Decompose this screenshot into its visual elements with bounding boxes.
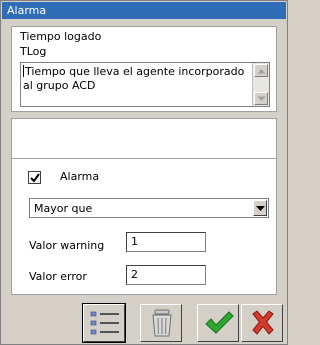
info-name: TLog	[20, 45, 47, 58]
list-button[interactable]	[82, 303, 126, 343]
accept-button[interactable]	[197, 304, 239, 342]
info-panel: Tiempo logado TLog Tiempo que lleva el a…	[11, 26, 277, 112]
delete-button[interactable]	[140, 304, 182, 342]
window-title: Alarma	[2, 2, 286, 19]
chevron-down-icon	[257, 96, 266, 101]
description-scrollbar[interactable]	[252, 63, 269, 106]
scroll-up-button[interactable]	[254, 64, 268, 77]
close-icon	[252, 310, 274, 335]
condition-value: Mayor que	[34, 202, 93, 215]
condition-select[interactable]: Mayor que	[29, 198, 269, 218]
check-icon	[205, 311, 234, 334]
trash-icon	[152, 309, 172, 337]
description-textarea[interactable]: Tiempo que lleva el agente incorporado a…	[20, 62, 270, 107]
info-title: Tiempo logado	[20, 30, 102, 43]
alarm-panel: Alarma Mayor que Valor warning 1 Valor e…	[11, 158, 277, 295]
chevron-up-icon	[257, 69, 266, 74]
scroll-down-button[interactable]	[254, 92, 268, 105]
description-text: Tiempo que lleva el agente incorporado a…	[23, 65, 248, 93]
text-caret	[23, 65, 24, 77]
list-icon	[90, 311, 119, 335]
checkmark-icon	[30, 173, 40, 183]
chevron-down-icon	[256, 206, 265, 211]
empty-panel	[11, 118, 277, 160]
dropdown-button[interactable]	[253, 200, 267, 216]
alarm-label: Alarma	[60, 170, 100, 183]
description-value: Tiempo que lleva el agente incorporado a…	[23, 65, 245, 92]
alarm-dialog: Alarma Tiempo logado TLog Tiempo que lle…	[0, 0, 288, 345]
warning-input[interactable]: 1	[126, 232, 206, 252]
error-label: Valor error	[29, 270, 87, 283]
error-input[interactable]: 2	[126, 265, 206, 285]
warning-label: Valor warning	[29, 239, 105, 252]
cancel-button[interactable]	[241, 304, 283, 342]
alarm-checkbox[interactable]	[28, 171, 41, 184]
